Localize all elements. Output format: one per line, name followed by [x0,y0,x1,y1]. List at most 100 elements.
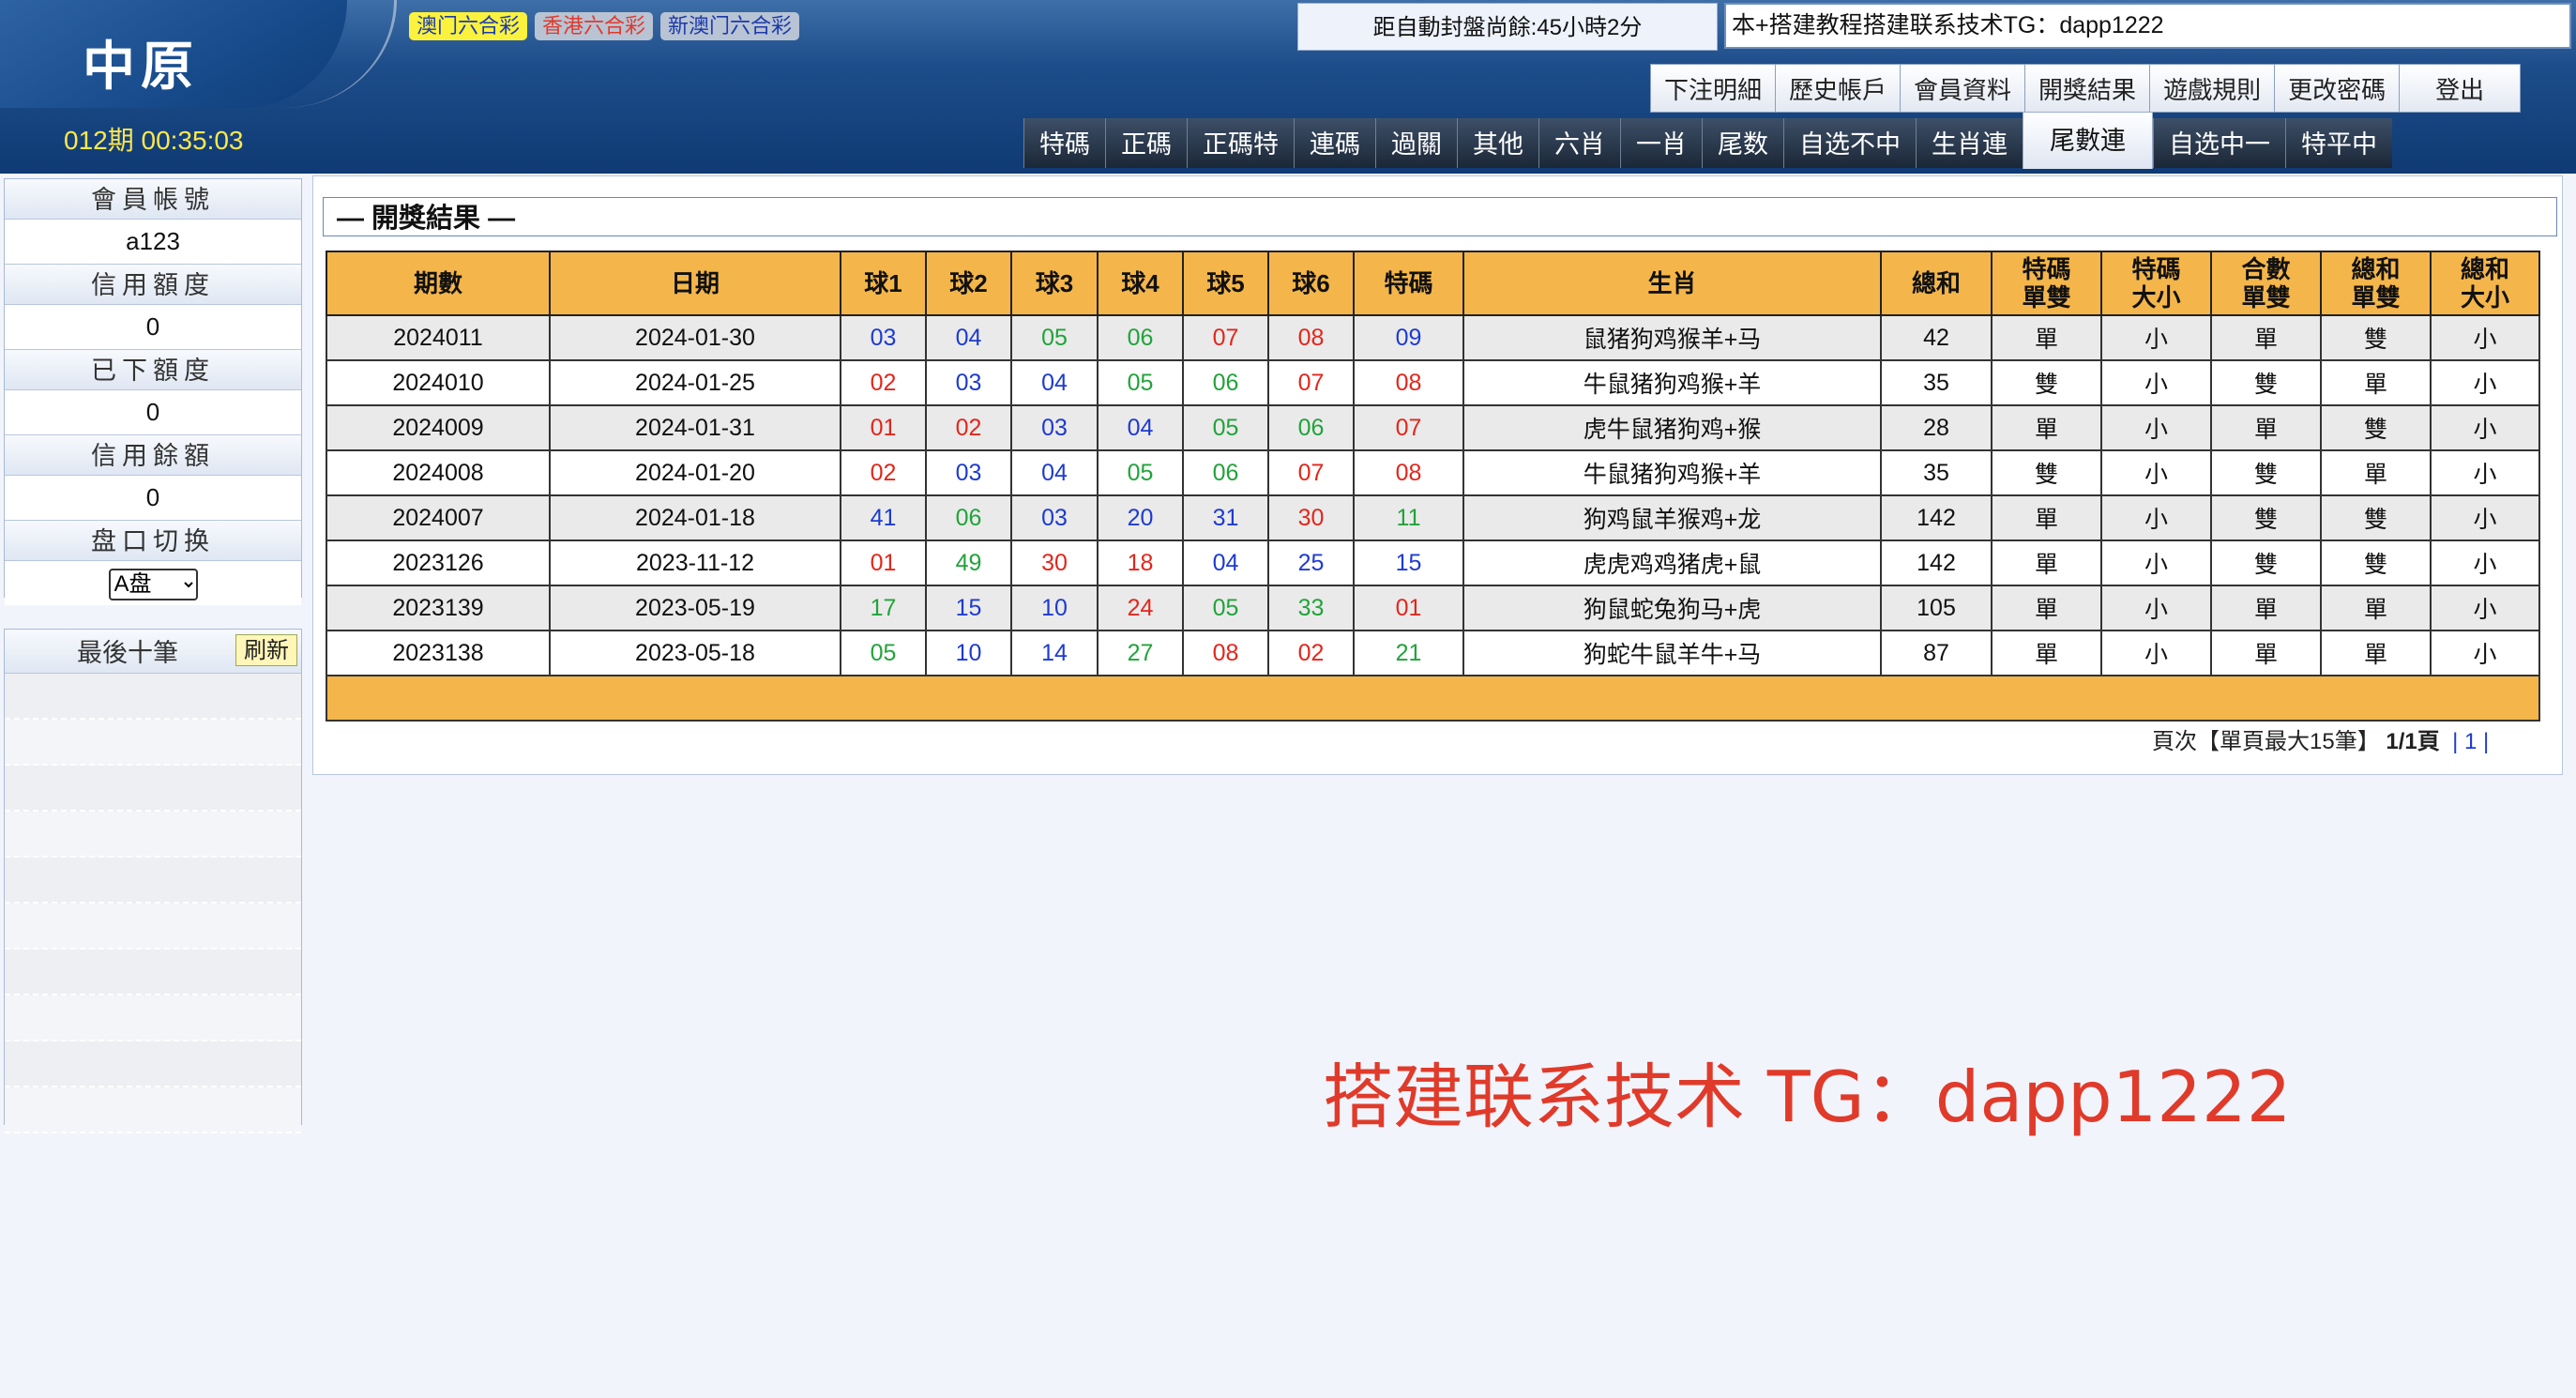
menu-draw-results[interactable]: 開獎結果 [2024,64,2151,113]
cell-date: 2024-01-30 [549,314,841,361]
cell-ball-5: 31 [1182,494,1269,541]
table-row: 2024010 2024-01-25 02 03 04 05 06 07 08 牛鼠猪狗鸡猴+羊 3… [326,359,2540,406]
cell-ball-6: 25 [1267,539,1355,586]
pager-pages: 1/1頁 [2386,729,2440,754]
tab-one-zodiac[interactable]: 一肖 [1620,118,1702,168]
cell-sum: 142 [1880,539,1993,586]
cell-sum-big-small: 小 [2430,359,2540,406]
tab-self-hit-one[interactable]: 自选中一 [2153,118,2285,168]
cell-ball-6: 30 [1267,494,1355,541]
cell-ball-6: 06 [1267,404,1355,451]
cell-sum: 35 [1880,359,1993,406]
tab-self-miss[interactable]: 自选不中 [1783,118,1916,168]
logout-button[interactable]: 登出 [2399,64,2522,113]
lottery-tab-macau[interactable]: 澳门六合彩 [409,12,528,40]
menu-member-info[interactable]: 會員資料 [1900,64,2026,113]
cell-zodiac: 鼠猪狗鸡猴羊+马 [1462,314,1882,361]
cell-zodiac: 狗蛇牛鼠羊牛+马 [1462,630,1882,676]
header-ball3: 球3 [1010,251,1099,316]
header-issue: 期數 [326,251,551,316]
tab-main-special[interactable]: 正碼特 [1187,118,1294,168]
site-logo: 中原 [83,37,199,98]
menu-bet-details[interactable]: 下注明細 [1650,64,1777,113]
list-item [5,1041,301,1087]
cell-special: 08 [1353,359,1464,406]
cell-combined-odd-even: 單 [2210,585,2322,631]
menu-history[interactable]: 歷史帳戶 [1775,64,1902,113]
page-link-1[interactable]: | 1 | [2452,729,2489,754]
account-label: 會員帳號 [5,179,301,220]
cell-ball-6: 07 [1267,359,1355,406]
tab-zodiac-combo[interactable]: 生肖連 [1916,118,2023,168]
header-special-odd-even: 特碼 單雙 [1991,251,2102,316]
menu-change-password[interactable]: 更改密碼 [2274,64,2401,113]
table-row: 2023126 2023-11-12 01 49 30 18 04 25 15 虎虎鸡鸡猪虎+鼠 1… [326,539,2540,586]
tab-six-zodiac[interactable]: 六肖 [1538,118,1620,168]
cell-zodiac: 虎牛鼠猪狗鸡+猴 [1462,404,1882,451]
cell-issue: 2024007 [326,494,551,541]
cell-ball-5: 05 [1182,585,1269,631]
tab-main-number[interactable]: 正碼 [1105,118,1187,168]
cell-ball-5: 05 [1182,404,1269,451]
cell-sum-odd-even: 單 [2320,585,2432,631]
cell-special: 01 [1353,585,1464,631]
list-item [5,674,301,720]
table-row: 2024007 2024-01-18 41 06 03 20 31 30 11 狗鸡鼠羊猴鸡+龙 1… [326,494,2540,541]
cell-combined-odd-even: 單 [2210,404,2322,451]
cell-ball-5: 06 [1182,359,1269,406]
plate-select[interactable]: A盘 [108,568,198,600]
cell-ball-1: 02 [840,449,927,496]
cell-special: 21 [1353,630,1464,676]
cell-ball-5: 04 [1182,539,1269,586]
cell-sum-big-small: 小 [2430,314,2540,361]
cell-special-big-small: 小 [2100,449,2212,496]
list-item [5,995,301,1041]
tab-tail[interactable]: 尾数 [1702,118,1783,168]
menu-game-rules[interactable]: 遊戲規則 [2149,64,2276,113]
results-table: 期數 日期 球1 球2 球3 球4 球5 球6 特碼 生肖 總和 特碼 單雙 特碼… [326,251,2540,722]
cell-issue: 2024008 [326,449,551,496]
cell-ball-3: 04 [1010,359,1099,406]
cell-special-odd-even: 雙 [1991,449,2102,496]
tab-combo[interactable]: 連碼 [1294,118,1375,168]
cell-ball-4: 27 [1097,630,1184,676]
header-zodiac: 生肖 [1462,251,1882,316]
tab-parlay[interactable]: 過關 [1375,118,1457,168]
cell-special: 07 [1353,404,1464,451]
list-item [5,720,301,766]
table-header-row: 期數 日期 球1 球2 球3 球4 球5 球6 特碼 生肖 總和 特碼 單雙 特碼… [326,251,2540,316]
cell-special-big-small: 小 [2100,585,2212,631]
cell-issue: 2023138 [326,630,551,676]
tab-special[interactable]: 特碼 [1023,118,1105,168]
cell-sum: 35 [1880,449,1993,496]
header-sum: 總和 [1880,251,1993,316]
refresh-button[interactable]: 刷新 [235,634,297,666]
cell-ball-4: 18 [1097,539,1184,586]
cell-ball-1: 01 [840,404,927,451]
cell-ball-1: 03 [840,314,927,361]
lottery-tab-new-macau[interactable]: 新澳门六合彩 [660,12,800,40]
tab-other[interactable]: 其他 [1457,118,1538,168]
cell-sum-big-small: 小 [2430,404,2540,451]
cell-special-odd-even: 單 [1991,585,2102,631]
cell-special-big-small: 小 [2100,314,2212,361]
cell-special: 08 [1353,449,1464,496]
watermark-text: 搭建联系技术 TG：dapp1222 [1323,1056,2292,1138]
cell-date: 2023-11-12 [549,539,841,586]
tab-special-flat[interactable]: 特平中 [2285,118,2392,168]
cell-combined-odd-even: 單 [2210,630,2322,676]
cell-sum-odd-even: 單 [2320,359,2432,406]
cell-sum-big-small: 小 [2430,630,2540,676]
cell-ball-1: 17 [840,585,927,631]
cell-issue: 2024010 [326,359,551,406]
cell-ball-2: 06 [925,494,1012,541]
game-nav: 特碼 正碼 正碼特 連碼 過關 其他 六肖 一肖 尾数 自选不中 生肖連 尾數連… [1023,112,2392,169]
cell-ball-5: 06 [1182,449,1269,496]
cell-special: 11 [1353,494,1464,541]
tab-tail-combo[interactable]: 尾數連 [2023,112,2153,169]
lottery-tab-hongkong[interactable]: 香港六合彩 [535,12,654,40]
cell-combined-odd-even: 雙 [2210,539,2322,586]
cell-combined-odd-even: 雙 [2210,449,2322,496]
list-item [5,1087,301,1133]
table-footer-row [326,675,2540,722]
